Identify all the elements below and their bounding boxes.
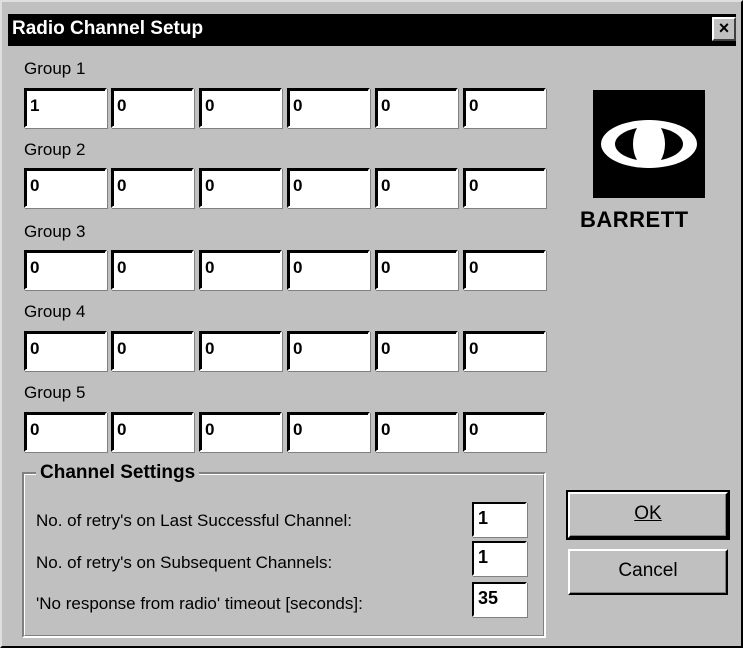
group-5-label: Group 5 (24, 383, 86, 402)
group-5-channel-3-field[interactable]: 0 (199, 412, 282, 452)
timeout-field[interactable]: 35 (472, 582, 527, 617)
group-4-channel-4-field[interactable]: 0 (287, 331, 370, 371)
group-1-channel-3-field[interactable]: 0 (199, 88, 282, 128)
group-3-channel-1-field[interactable]: 0 (24, 250, 107, 290)
retry-last-successful-field[interactable]: 1 (472, 502, 527, 537)
group-2-channel-2-field[interactable]: 0 (111, 168, 194, 208)
timeout-label: 'No response from radio' timeout [second… (36, 594, 363, 613)
group-2-label: Group 2 (24, 140, 86, 159)
group-1-channel-2-field[interactable]: 0 (111, 88, 194, 128)
ok-button-label: OK (634, 503, 662, 524)
radio-channel-setup-dialog: Radio Channel Setup × Group 1 1 0 0 0 0 … (0, 0, 743, 648)
brand-name: BARRETT (580, 207, 689, 232)
window-title: Radio Channel Setup (12, 18, 204, 39)
group-4-channel-6-field[interactable]: 0 (463, 331, 546, 371)
ok-button[interactable]: OK (566, 490, 730, 540)
retry-last-successful-label: No. of retry's on Last Successful Channe… (36, 511, 353, 530)
group-4-channel-3-field[interactable]: 0 (199, 331, 282, 371)
channel-settings-title: Channel Settings (36, 462, 200, 484)
cancel-button[interactable]: Cancel (568, 549, 728, 595)
group-3-channel-6-field[interactable]: 0 (463, 250, 546, 290)
group-5-channel-2-field[interactable]: 0 (111, 412, 194, 452)
group-5-channel-5-field[interactable]: 0 (375, 412, 458, 452)
group-4-channel-1-field[interactable]: 0 (24, 331, 107, 371)
retry-subsequent-field[interactable]: 1 (472, 541, 527, 576)
close-button[interactable]: × (712, 17, 736, 41)
group-4-channel-5-field[interactable]: 0 (375, 331, 458, 371)
group-5-channel-1-field[interactable]: 0 (24, 412, 107, 452)
barrett-logo (593, 90, 705, 198)
group-4-label: Group 4 (24, 302, 86, 321)
group-2-channel-5-field[interactable]: 0 (375, 168, 458, 208)
group-3-channel-5-field[interactable]: 0 (375, 250, 458, 290)
group-1-channel-6-field[interactable]: 0 (463, 88, 546, 128)
group-1-channel-1-field[interactable]: 1 (24, 88, 107, 128)
group-4-channel-2-field[interactable]: 0 (111, 331, 194, 371)
group-3-channel-2-field[interactable]: 0 (111, 250, 194, 290)
group-2-channel-4-field[interactable]: 0 (287, 168, 370, 208)
close-icon: × (718, 18, 730, 38)
group-3-channel-4-field[interactable]: 0 (287, 250, 370, 290)
title-bar[interactable]: Radio Channel Setup × (8, 14, 736, 46)
cancel-button-label: Cancel (618, 560, 678, 581)
group-3-label: Group 3 (24, 222, 86, 241)
group-1-label: Group 1 (24, 59, 86, 78)
logo-core (633, 120, 665, 168)
retry-subsequent-label: No. of retry's on Subsequent Channels: (36, 553, 333, 572)
group-1-channel-5-field[interactable]: 0 (375, 88, 458, 128)
group-2-channel-1-field[interactable]: 0 (24, 168, 107, 208)
group-2-channel-3-field[interactable]: 0 (199, 168, 282, 208)
group-5-channel-4-field[interactable]: 0 (287, 412, 370, 452)
group-1-channel-4-field[interactable]: 0 (287, 88, 370, 128)
group-3-channel-3-field[interactable]: 0 (199, 250, 282, 290)
group-2-channel-6-field[interactable]: 0 (463, 168, 546, 208)
group-5-channel-6-field[interactable]: 0 (463, 412, 546, 452)
